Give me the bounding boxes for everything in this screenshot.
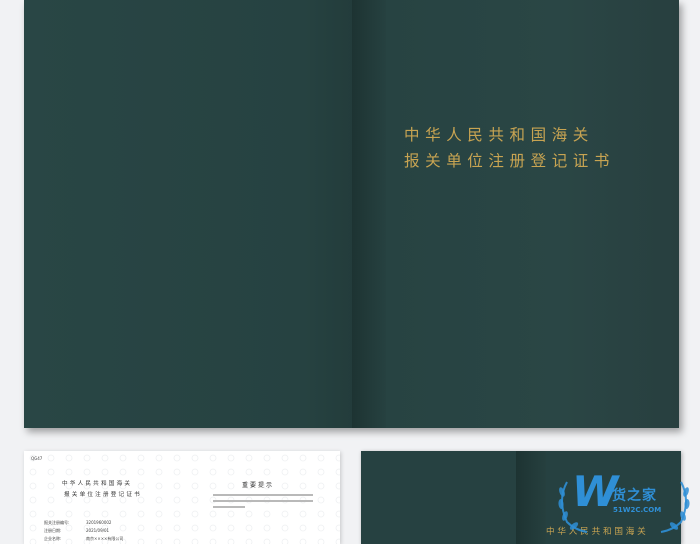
watermark-url-text: 51W2C.COM <box>613 506 662 514</box>
doc-title-line2: 报关单位注册登记证书 <box>64 492 142 498</box>
notice-text-line <box>213 494 313 496</box>
notice-title: 重要提示 <box>242 482 275 489</box>
notice-text-line <box>213 506 245 508</box>
cover-back-panel <box>24 0 354 428</box>
form-code: QG47 <box>31 456 43 461</box>
field-value: 3201960002 <box>86 520 112 525</box>
certificate-inner-page: QG47 中华人民共和国海关 报关单位注册登记证书 重要提示 报关注册编号: 3… <box>24 451 340 544</box>
cover-title-line1: 中华人民共和国海关 <box>404 126 594 144</box>
field-value: 2021/09/01 <box>86 528 110 533</box>
field-label: 注册日期: <box>44 528 62 533</box>
watermark-brand-text: 货之家 <box>612 488 657 504</box>
field-label: 报关注册编号: <box>44 520 70 525</box>
cover-front-panel <box>386 0 679 428</box>
doc-title-line1: 中华人民共和国海关 <box>62 481 133 487</box>
cover-title-line2: 报关单位注册登记证书 <box>404 152 616 170</box>
notice-text-line <box>213 500 313 502</box>
cover-thumbnail-spine <box>516 451 546 544</box>
brand-watermark: W 货之家 51W2C.COM <box>553 470 693 540</box>
field-value: 南京××××有限公司 <box>86 536 124 541</box>
cover-spine <box>352 0 386 428</box>
certificate-cover: 中华人民共和国海关 报关单位注册登记证书 <box>24 0 679 428</box>
field-label: 企业名称: <box>44 536 62 541</box>
